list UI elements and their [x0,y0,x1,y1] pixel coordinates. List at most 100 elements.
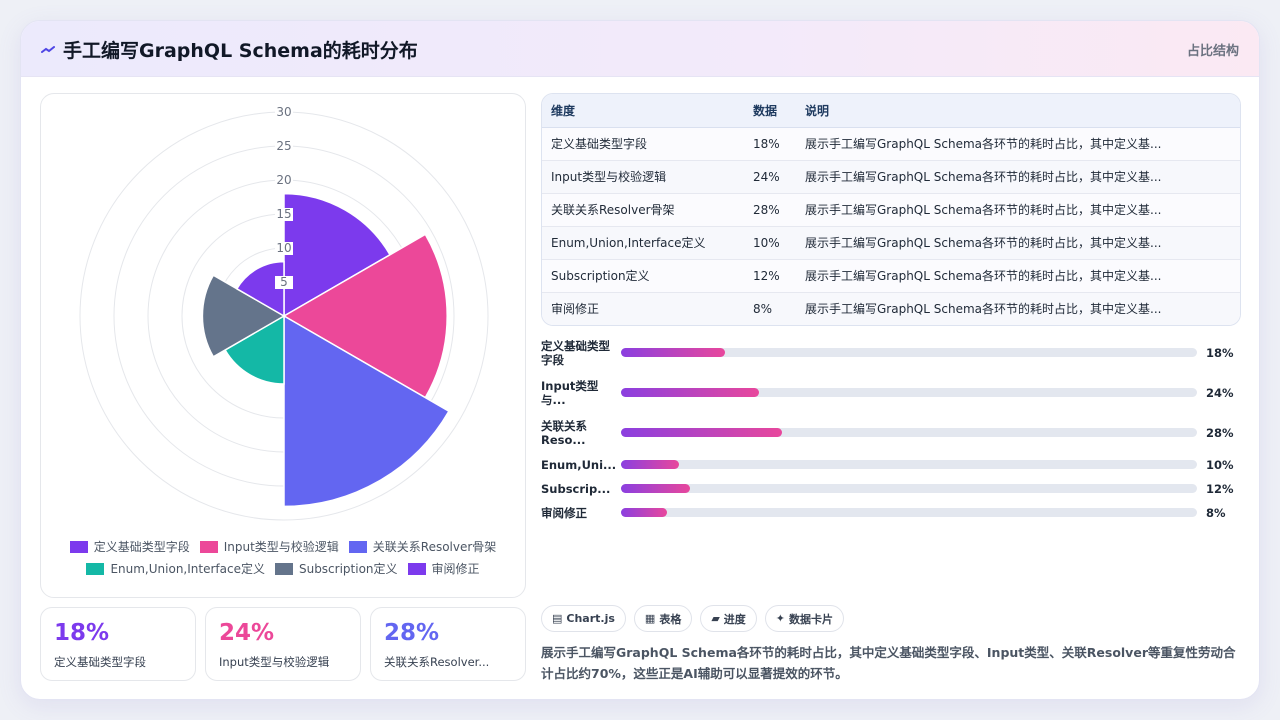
table-row: Subscription定义 12% 展示手工编写GraphQL Schema各环节… [542,259,1240,293]
stat-label: 关联关系Resolver... [384,655,490,669]
table-cell: 关联关系Resolver骨架 [542,193,744,227]
stat-card: 18% 定义基础类型字段 [40,607,196,681]
progress-value: 8% [1206,506,1226,520]
stat-label: 定义基础类型字段 [54,655,146,669]
table-cell: 展示手工编写GraphQL Schema各环节的耗时占比，其中定义基... [796,259,1240,293]
table-cell: Subscription定义 [542,259,744,293]
legend-item[interactable]: Input类型与校验逻辑 [199,536,339,558]
chip-chartjs[interactable]: ▤ Chart.js [541,605,626,632]
progress-row: 定义基础类型字段 18% [541,337,1241,369]
tag-chips: ▤ Chart.js ▦ 表格 ▰ 进度 ✦ 数据卡片 [541,605,845,632]
table-cell: 8% [744,292,796,325]
legend-item[interactable]: Enum,Union,Interface定义 [86,558,265,580]
tick-label: 30 [276,105,291,119]
table-row: 审阅修正 8% 展示手工编写GraphQL Schema各环节的耗时占比，其中定义基… [542,292,1240,325]
legend-item[interactable]: 审阅修正 [407,558,480,580]
polar-chart-panel: 5 10 15 20 25 30 定义基础类型字段 Input类型与校验逻辑 关联关系Reso… [40,93,526,598]
chip-datacard[interactable]: ✦ 数据卡片 [764,605,845,632]
table-cell: 定义基础类型字段 [542,127,744,161]
table-cell: 展示手工编写GraphQL Schema各环节的耗时占比，其中定义基... [796,292,1240,325]
progress-fill [621,348,725,357]
table-cell: 24% [744,160,796,194]
progress-track [621,484,1197,493]
header-bar: 手工编写GraphQL Schema的耗时分布 占比结构 [21,21,1259,77]
description-text: 展示手工编写GraphQL Schema各环节的耗时占比，其中定义基础类型字段、… [541,645,1236,681]
table-cell: 展示手工编写GraphQL Schema各环节的耗时占比，其中定义基... [796,226,1240,260]
chip-label: Chart.js [566,612,615,625]
chip-table[interactable]: ▦ 表格 [633,605,693,632]
dashboard-card: 手工编写GraphQL Schema的耗时分布 占比结构 5 10 15 20 25 30… [20,20,1260,700]
stat-value: 28% [384,620,440,646]
progress-value: 18% [1206,346,1234,360]
table-cell: 18% [744,127,796,161]
progress-icon: ▰ [711,612,720,625]
progress-value: 10% [1206,458,1234,472]
table-header: 维度 [542,94,744,128]
chip-label: 进度 [723,612,746,626]
table-cell: 展示手工编写GraphQL Schema各环节的耗时占比，其中定义基... [796,160,1240,194]
progress-fill [621,508,668,517]
tick-label: 10 [276,241,291,255]
progress-track [621,348,1197,357]
tick-label: 15 [276,207,291,221]
chart-icon: ▤ [552,612,563,625]
header-tag: 占比结构 [1186,44,1239,59]
legend-label: 定义基础类型字段 [93,540,190,554]
progress-value: 24% [1206,386,1234,400]
progress-row: 审阅修正 8% [541,505,1241,521]
table-cell: 展示手工编写GraphQL Schema各环节的耗时占比，其中定义基... [796,127,1240,161]
table-cell: Input类型与校验逻辑 [542,160,744,194]
progress-label: Enum,Uni... [541,458,617,472]
legend-item[interactable]: 关联关系Resolver骨架 [348,536,497,558]
chip-label: 表格 [659,612,682,626]
legend-label: 关联关系Resolver骨架 [372,540,497,554]
sparkle-icon [41,46,55,53]
progress-value: 12% [1206,482,1234,496]
table-row: Enum,Union,Interface定义 10% 展示手工编写GraphQL S… [542,226,1240,260]
table-cell: 展示手工编写GraphQL Schema各环节的耗时占比，其中定义基... [796,193,1240,227]
table-icon: ▦ [644,612,656,625]
legend-label: Enum,Union,Interface定义 [110,562,265,576]
progress-row: Input类型与... 24% [541,377,1241,409]
chart-legend: 定义基础类型字段 Input类型与校验逻辑 关联关系Resolver骨架 Enum,… [41,536,525,580]
table-header: 数据 [744,94,796,128]
page-title: 手工编写GraphQL Schema的耗时分布 [63,40,418,62]
legend-swatch [86,563,105,575]
table-cell: 10% [744,226,796,260]
legend-label: 审阅修正 [431,562,480,576]
legend-swatch [274,563,293,575]
progress-track [621,428,1197,437]
sparkle-icon: ✦ [775,612,786,625]
chip-label: 数据卡片 [789,612,834,626]
tick-label: 20 [276,173,291,187]
stat-label: Input类型与校验逻辑 [219,655,330,669]
table-cell: Enum,Union,Interface定义 [542,226,744,260]
progress-label: 定义基础类型字段 [541,339,610,367]
table-row: 定义基础类型字段 18% 展示手工编写GraphQL Schema各环节的耗时占比，… [542,127,1240,161]
legend-item[interactable]: 定义基础类型字段 [69,536,190,558]
legend-label: Subscription定义 [298,562,398,576]
progress-row: Subscrip... 12% [541,481,1241,497]
progress-fill [621,460,679,469]
progress-label: 关联关系Reso... [541,419,587,447]
progress-fill [621,388,760,397]
polar-area-chart: 5 10 15 20 25 30 [79,105,489,521]
progress-label: 审阅修正 [541,506,587,520]
stat-value: 18% [54,620,110,646]
progress-value: 28% [1206,426,1234,440]
progress-fill [621,484,691,493]
progress-row: 关联关系Reso... 28% [541,417,1241,449]
legend-swatch [407,563,426,575]
legend-swatch [199,541,218,553]
table-header: 说明 [796,94,1240,128]
legend-item[interactable]: Subscription定义 [274,558,398,580]
table-row: 关联关系Resolver骨架 28% 展示手工编写GraphQL Schema各环节… [542,193,1240,227]
legend-swatch [348,541,367,553]
progress-fill [621,428,783,437]
table-cell: 12% [744,259,796,293]
data-table: 维度 数据 说明 定义基础类型字段 18% 展示手工编写GraphQL Schema… [541,93,1241,326]
progress-row: Enum,Uni... 10% [541,457,1241,473]
progress-track [621,460,1197,469]
progress-track [621,508,1197,517]
chip-progress[interactable]: ▰ 进度 [700,605,757,632]
